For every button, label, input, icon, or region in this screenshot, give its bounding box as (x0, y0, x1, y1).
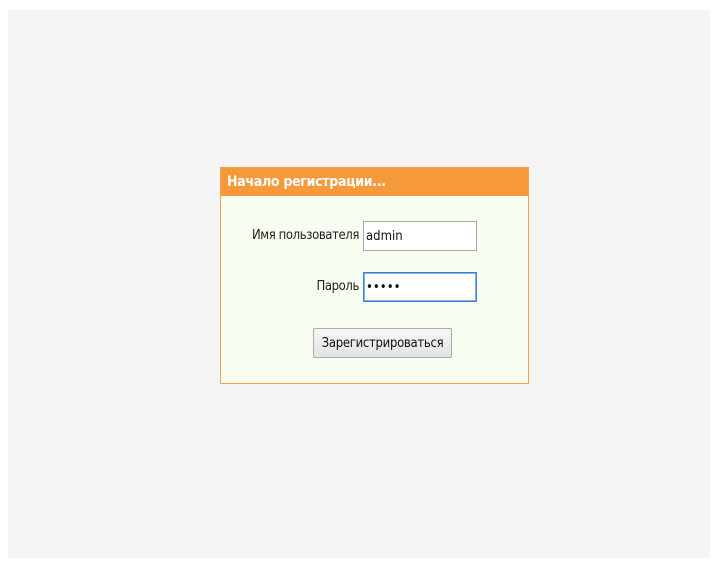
login-panel: Начало регистрации... Имя пользователя П… (220, 167, 529, 384)
username-row: Имя пользователя (221, 221, 528, 251)
login-panel-title: Начало регистрации... (221, 168, 528, 196)
password-row: Пароль (221, 272, 528, 302)
password-input[interactable] (363, 272, 477, 302)
username-input[interactable] (363, 221, 477, 251)
page-background: Начало регистрации... Имя пользователя П… (8, 10, 710, 558)
password-label: Пароль (316, 279, 359, 294)
login-submit-button[interactable]: Зарегистрироваться (313, 328, 452, 358)
username-label: Имя пользователя (251, 228, 359, 243)
